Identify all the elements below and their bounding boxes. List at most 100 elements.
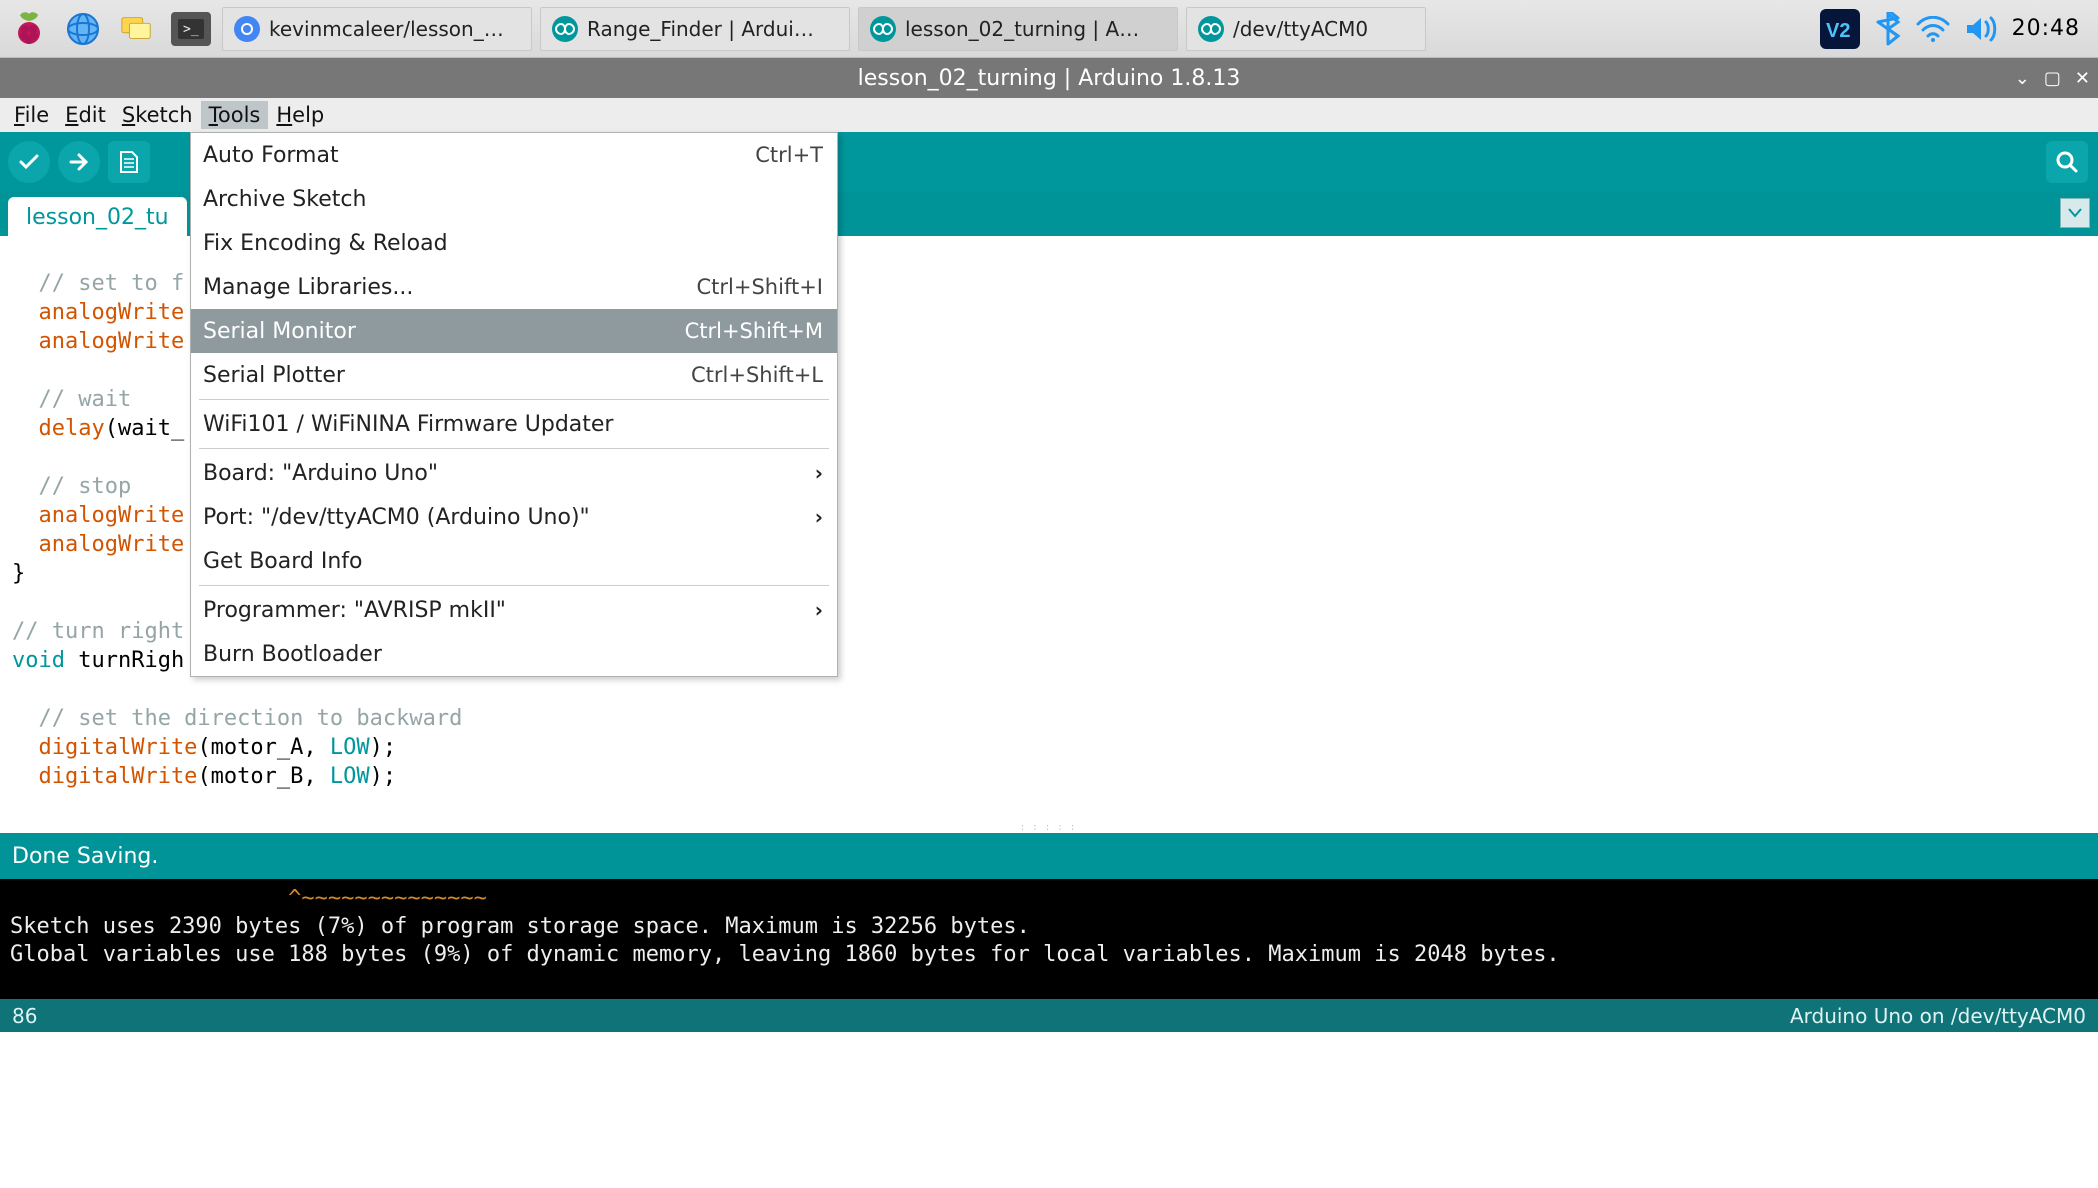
menu-label: WiFi101 / WiFiNINA Firmware Updater [203,412,613,437]
tab-menu-button[interactable] [2060,198,2090,228]
menu-label: Serial Monitor [203,319,356,344]
web-browser-launcher[interactable] [60,6,106,52]
menu-wifi-updater[interactable]: WiFi101 / WiFiNINA Firmware Updater [191,402,837,446]
code-token: analogWrite [12,503,184,528]
taskbar-task-chromium[interactable]: kevinmcaleer/lesson_… [222,7,532,51]
menu-label: Fix Encoding & Reload [203,231,448,256]
menubar: File Edit Sketch Tools Help [0,98,2098,132]
console-output[interactable]: ^~~~~~~~~~~~~~~ Sketch uses 2390 bytes (… [0,879,2098,999]
tools-menu-dropdown: Auto Format Ctrl+T Archive Sketch Fix Enc… [190,132,838,677]
menu-file[interactable]: File [6,101,57,129]
task-label: kevinmcaleer/lesson_… [269,17,504,41]
menu-manage-libraries[interactable]: Manage Libraries... Ctrl+Shift+I [191,265,837,309]
code-token: turnRigh [65,648,184,673]
globe-icon [66,12,100,46]
terminal-launcher[interactable]: >_ [168,6,214,52]
code-token: digitalWrite [12,764,197,789]
arduino-icon [1197,15,1225,43]
menu-serial-monitor[interactable]: Serial Monitor Ctrl+Shift+M [191,309,837,353]
menu-label: Programmer: "AVRISP mkII" [203,598,506,623]
menu-auto-format[interactable]: Auto Format Ctrl+T [191,133,837,177]
menu-label: Manage Libraries... [203,275,413,300]
menu-label: Board: "Arduino Uno" [203,461,438,486]
tab-label: lesson_02_tu [26,205,169,230]
menu-label: Serial Plotter [203,363,345,388]
menu-shortcut: Ctrl+Shift+M [685,319,823,343]
code-token: delay [12,416,105,441]
menu-separator [199,585,829,586]
code-comment: // set the direction to backward [12,706,462,731]
menu-tools[interactable]: Tools [201,101,269,129]
arduino-icon [551,15,579,43]
menu-burn-bootloader[interactable]: Burn Bootloader [191,632,837,676]
menu-label: Auto Format [203,143,339,168]
ide-footer: 86 Arduino Uno on /dev/ttyACM0 [0,999,2098,1032]
menu-label: Get Board Info [203,549,363,574]
magnifier-icon [2055,150,2079,174]
raspberry-pi-icon [14,11,44,47]
taskbar-task-arduino-2[interactable]: lesson_02_turning | A… [858,7,1178,51]
menu-get-board-info[interactable]: Get Board Info [191,539,837,583]
minimize-button[interactable]: ⌄ [2015,68,2030,89]
code-comment: // set to f [12,271,184,296]
chevron-down-icon [2068,208,2082,218]
raspberry-menu-button[interactable] [6,6,52,52]
terminal-icon: >_ [171,12,211,46]
window-title: lesson_02_turning | Arduino 1.8.13 [858,66,1241,91]
taskbar-task-arduino-3[interactable]: /dev/ttyACM0 [1186,7,1426,51]
code-token: ); [370,764,397,789]
taskbar-task-arduino-1[interactable]: Range_Finder | Ardui… [540,7,850,51]
menu-serial-plotter[interactable]: Serial Plotter Ctrl+Shift+L [191,353,837,397]
check-icon [18,151,40,173]
svg-text:>_: >_ [183,22,199,37]
wifi-icon[interactable] [1916,16,1950,42]
menu-sketch[interactable]: Sketch [114,101,201,129]
bluetooth-icon[interactable] [1874,12,1902,46]
task-label: /dev/ttyACM0 [1233,17,1368,41]
document-icon [119,150,139,174]
window-titlebar: lesson_02_turning | Arduino 1.8.13 ⌄ ▢ ✕ [0,58,2098,98]
submenu-arrow-icon: › [815,598,823,622]
menu-shortcut: Ctrl+T [755,143,823,167]
code-token: ); [370,735,397,760]
console-line: Global variables use 188 bytes (9%) of d… [10,942,1560,967]
menu-fix-encoding[interactable]: Fix Encoding & Reload [191,221,837,265]
vnc-icon[interactable]: V2 [1820,9,1860,49]
menu-programmer[interactable]: Programmer: "AVRISP mkII" › [191,588,837,632]
splitter-handle[interactable]: : : : : : [0,821,2098,833]
volume-icon[interactable] [1964,15,1998,43]
file-manager-launcher[interactable] [114,6,160,52]
new-sketch-button[interactable] [108,141,150,183]
submenu-arrow-icon: › [815,505,823,529]
menu-shortcut: Ctrl+Shift+I [697,275,823,299]
serial-monitor-button[interactable] [2046,141,2088,183]
upload-button[interactable] [58,141,100,183]
svg-text:V2: V2 [1826,20,1850,42]
console-line: Sketch uses 2390 bytes (7%) of program s… [10,914,1030,939]
code-token: void [12,648,65,673]
menu-shortcut: Ctrl+Shift+L [691,363,823,387]
menu-archive-sketch[interactable]: Archive Sketch [191,177,837,221]
clock[interactable]: 20:48 [2012,16,2080,41]
system-tray: V2 20:48 [1820,9,2092,49]
menu-board[interactable]: Board: "Arduino Uno" › [191,451,837,495]
menu-label: Archive Sketch [203,187,366,212]
board-port-status: Arduino Uno on /dev/ttyACM0 [1790,1004,2086,1028]
close-button[interactable]: ✕ [2075,68,2090,89]
code-token: LOW [330,764,370,789]
console-line: ^~~~~~~~~~~~~~~ [10,886,487,911]
menu-port[interactable]: Port: "/dev/ttyACM0 (Arduino Uno)"› [191,495,837,539]
arduino-icon [869,15,897,43]
submenu-arrow-icon: › [815,461,823,485]
maximize-button[interactable]: ▢ [2044,68,2061,89]
menu-separator [199,448,829,449]
code-token: (motor_B, [197,764,329,789]
code-comment: // wait [12,387,131,412]
verify-button[interactable] [8,141,50,183]
menu-edit[interactable]: Edit [57,101,114,129]
menu-separator [199,399,829,400]
code-token: digitalWrite [12,735,197,760]
menu-help[interactable]: Help [268,101,332,129]
sketch-tab[interactable]: lesson_02_tu [8,197,187,236]
task-label: Range_Finder | Ardui… [587,17,814,41]
